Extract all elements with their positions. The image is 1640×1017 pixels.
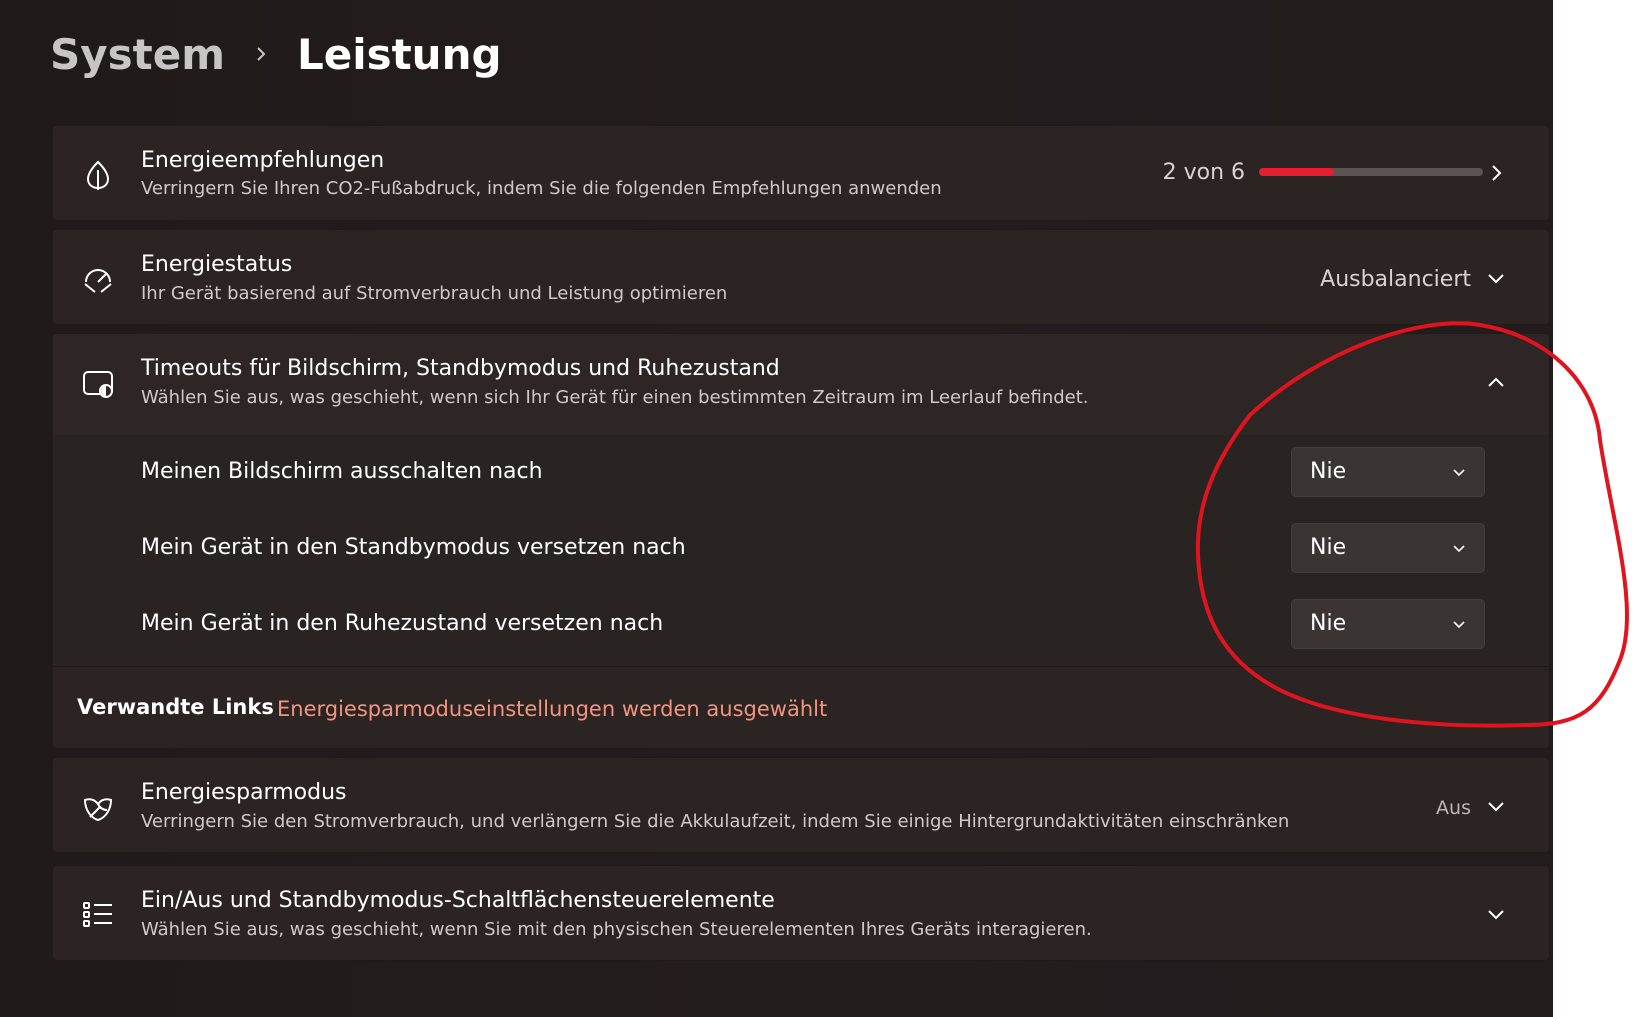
screen-sleep-icon: [81, 366, 115, 400]
card-title: Energiesparmodus: [141, 780, 347, 805]
chevron-down-icon[interactable]: [1485, 903, 1507, 925]
card-description: Wählen Sie aus, was geschieht, wenn sich…: [141, 387, 1089, 408]
timeout-row-standby: Mein Gerät in den Standbymodus versetzen…: [53, 511, 1549, 587]
timeout-label: Mein Gerät in den Ruhezustand versetzen …: [141, 611, 664, 636]
timeouts-card: Timeouts für Bildschirm, Standbymodus un…: [52, 333, 1550, 749]
card-title: Ein/Aus und Standbymodus-Schaltflächenst…: [141, 888, 775, 913]
power-mode-card[interactable]: Energiestatus Ihr Gerät basierend auf St…: [52, 229, 1550, 325]
timeout-label: Meinen Bildschirm ausschalten nach: [141, 459, 543, 484]
chevron-down-icon[interactable]: [1485, 795, 1507, 817]
related-links: Verwandte Links Energiesparmoduseinstell…: [53, 666, 1549, 748]
energy-recommendations-card[interactable]: Energieempfehlungen Verringern Sie Ihren…: [52, 125, 1550, 221]
battery-saver-value: Aus: [1436, 797, 1471, 819]
power-buttons-card[interactable]: Ein/Aus und Standbymodus-Schaltflächenst…: [52, 865, 1550, 961]
battery-saver-settings-link[interactable]: Energiesparmoduseinstellungen werden aus…: [277, 697, 827, 721]
chevron-down-icon: [1452, 617, 1466, 631]
timeout-row-screen: Meinen Bildschirm ausschalten nach Nie: [53, 435, 1549, 511]
gauge-icon: [81, 262, 115, 296]
card-title: Energieempfehlungen: [141, 148, 385, 173]
timeout-label: Mein Gerät in den Standbymodus versetzen…: [141, 535, 686, 560]
progress-bar: [1259, 168, 1483, 176]
card-title: Timeouts für Bildschirm, Standbymodus un…: [141, 356, 780, 381]
dropdown-value: Nie: [1310, 611, 1347, 636]
related-links-label: Verwandte Links: [77, 695, 274, 719]
hibernate-timeout-dropdown[interactable]: Nie: [1291, 599, 1485, 649]
card-description: Wählen Sie aus, was geschieht, wenn Sie …: [141, 919, 1092, 940]
dropdown-value: Nie: [1310, 459, 1347, 484]
list-icon: [81, 898, 115, 932]
timeouts-header[interactable]: Timeouts für Bildschirm, Standbymodus un…: [53, 334, 1549, 435]
battery-leaf-icon: [81, 790, 115, 824]
screen-timeout-dropdown[interactable]: Nie: [1291, 447, 1485, 497]
power-mode-value[interactable]: Ausbalanciert: [1320, 267, 1471, 292]
leaf-icon: [81, 158, 115, 192]
progress-fill: [1259, 168, 1334, 176]
dropdown-value: Nie: [1310, 535, 1347, 560]
chevron-up-icon[interactable]: [1485, 372, 1507, 394]
chevron-right-icon: [251, 44, 271, 64]
breadcrumb: System Leistung: [50, 22, 502, 86]
timeout-row-hibernate: Mein Gerät in den Ruhezustand versetzen …: [53, 587, 1549, 663]
card-description: Verringern Sie Ihren CO2-Fußabdruck, ind…: [141, 178, 942, 199]
timeouts-settings: Meinen Bildschirm ausschalten nach Nie M…: [53, 435, 1549, 663]
standby-timeout-dropdown[interactable]: Nie: [1291, 523, 1485, 573]
progress-text: 2 von 6: [1162, 160, 1245, 185]
chevron-down-icon: [1452, 465, 1466, 479]
chevron-down-icon: [1452, 541, 1466, 555]
breadcrumb-system[interactable]: System: [50, 30, 225, 79]
chevron-down-icon[interactable]: [1485, 267, 1507, 289]
card-description: Verringern Sie den Stromverbrauch, und v…: [141, 811, 1290, 832]
page-title: Leistung: [296, 29, 502, 79]
chevron-right-icon[interactable]: [1485, 162, 1507, 184]
settings-window: System Leistung Energieempfehlungen Verr…: [0, 0, 1553, 1017]
battery-saver-card[interactable]: Energiesparmodus Verringern Sie den Stro…: [52, 757, 1550, 853]
card-title: Energiestatus: [141, 252, 293, 277]
card-description: Ihr Gerät basierend auf Stromverbrauch u…: [141, 283, 728, 304]
